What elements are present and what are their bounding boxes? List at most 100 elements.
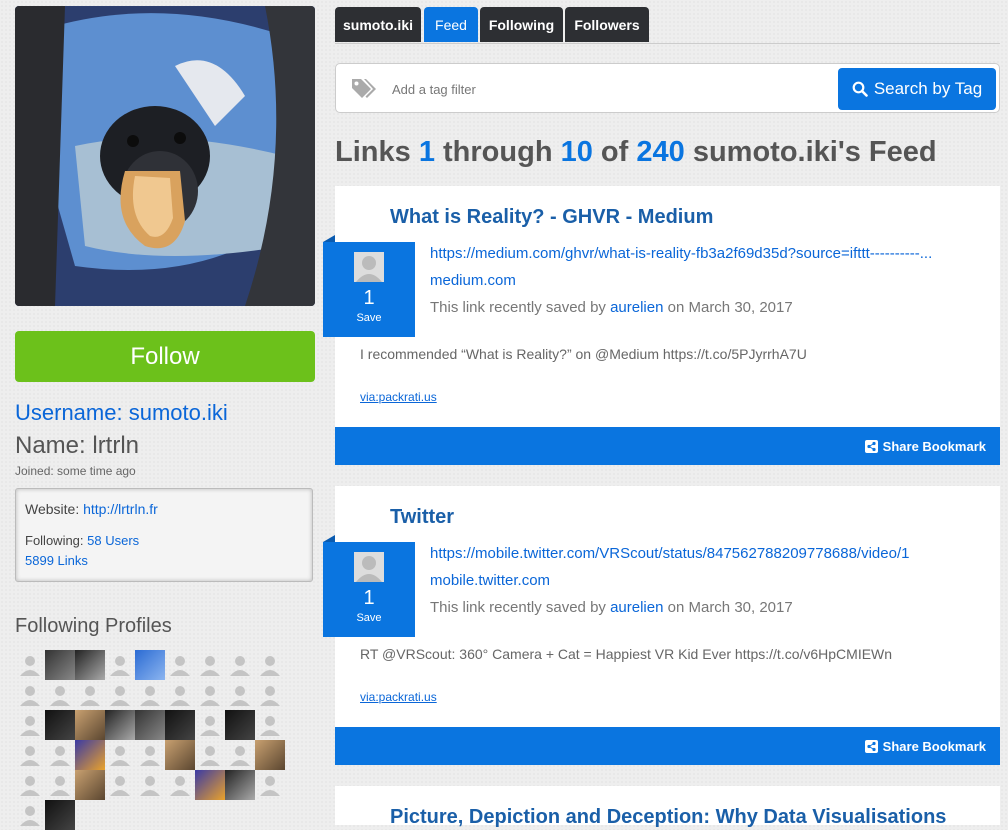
following-profile-placeholder-icon[interactable] [255, 770, 285, 800]
following-profile-placeholder-icon[interactable] [135, 680, 165, 710]
profile-avatar [15, 6, 315, 306]
save-count: 1 [363, 287, 375, 309]
following-profile-avatar[interactable] [105, 710, 135, 740]
saver-avatar [354, 252, 384, 282]
following-profile-placeholder-icon[interactable] [105, 650, 135, 680]
following-profile-placeholder-icon[interactable] [105, 740, 135, 770]
search-by-tag-button[interactable]: Search by Tag [838, 68, 996, 110]
following-profile-placeholder-icon[interactable] [195, 650, 225, 680]
feed-range-start: 1 [418, 136, 435, 168]
feed-total-count: 240 [636, 136, 685, 168]
saver-avatar [354, 552, 384, 582]
bookmark-title[interactable]: What is Reality? - GHVR - Medium [390, 206, 713, 229]
following-profile-avatar[interactable] [135, 650, 165, 680]
following-profile-placeholder-icon[interactable] [105, 770, 135, 800]
following-profile-avatar[interactable] [45, 650, 75, 680]
joined-date: Joined: some time ago [15, 464, 136, 478]
bookmark-url[interactable]: https://mobile.twitter.com/VRScout/statu… [430, 545, 909, 562]
via-link[interactable]: via:packrati.us [360, 390, 437, 404]
following-profile-placeholder-icon[interactable] [165, 650, 195, 680]
following-profile-placeholder-icon[interactable] [255, 650, 285, 680]
feed-title-suffix: sumoto.iki's Feed [692, 136, 937, 168]
saved-date: on March 30, 2017 [667, 599, 793, 616]
following-profile-placeholder-icon[interactable] [165, 770, 195, 800]
bookmark-description: RT @VRScout: 360° Camera + Cat = Happies… [360, 646, 893, 662]
following-profile-avatar[interactable] [135, 710, 165, 740]
bookmark-title[interactable]: Picture, Depiction and Deception: Why Da… [390, 806, 946, 829]
website-link[interactable]: http://lrtrln.fr [83, 501, 158, 517]
following-profile-avatar[interactable] [255, 740, 285, 770]
tab-followers[interactable]: Followers [565, 7, 649, 42]
share-bookmark-label: Share Bookmark [882, 738, 986, 754]
following-profile-placeholder-icon[interactable] [255, 710, 285, 740]
following-profile-avatar[interactable] [75, 740, 105, 770]
following-profile-placeholder-icon[interactable] [135, 740, 165, 770]
following-profile-avatar[interactable] [75, 770, 105, 800]
following-profile-avatar[interactable] [165, 740, 195, 770]
bookmark-url[interactable]: https://medium.com/ghvr/what-is-reality-… [430, 245, 932, 262]
bookmark-description: I recommended “What is Reality?” on @Med… [360, 346, 807, 362]
save-button[interactable]: 1 Save [323, 235, 415, 337]
following-profile-placeholder-icon[interactable] [195, 710, 225, 740]
links-row: 5899 Links [25, 553, 303, 568]
following-profile-placeholder-icon[interactable] [15, 800, 45, 830]
following-row: Following: 58 Users [25, 533, 303, 548]
following-label: Following: [25, 533, 84, 548]
share-bookmark-button[interactable]: Share Bookmark [335, 727, 1000, 765]
following-profile-avatar[interactable] [45, 710, 75, 740]
following-profile-placeholder-icon[interactable] [15, 740, 45, 770]
saved-date: on March 30, 2017 [667, 299, 793, 316]
following-profile-placeholder-icon[interactable] [225, 740, 255, 770]
real-name: Name: lrtrln [15, 432, 140, 459]
links-count-link[interactable]: 5899 Links [25, 553, 88, 568]
saved-user-link[interactable]: aurelien [610, 599, 663, 616]
share-icon [864, 439, 878, 453]
username: Username: sumoto.iki [15, 400, 228, 425]
following-profile-placeholder-icon[interactable] [15, 680, 45, 710]
search-icon [852, 81, 868, 97]
following-profile-avatar[interactable] [225, 770, 255, 800]
duck-avatar-image [15, 6, 315, 306]
following-profile-placeholder-icon[interactable] [255, 680, 285, 710]
following-profile-placeholder-icon[interactable] [195, 740, 225, 770]
following-profile-placeholder-icon[interactable] [195, 680, 225, 710]
tab-profile[interactable]: sumoto.iki [335, 7, 421, 42]
following-profile-placeholder-icon[interactable] [45, 740, 75, 770]
following-profile-avatar[interactable] [75, 650, 105, 680]
website-label: Website: [25, 501, 80, 517]
via-link[interactable]: via:packrati.us [360, 690, 437, 704]
bookmark-title[interactable]: Twitter [390, 506, 454, 529]
following-users-link[interactable]: 58 Users [87, 533, 139, 548]
share-bookmark-button[interactable]: Share Bookmark [335, 427, 1000, 465]
following-profiles-title: Following Profiles [15, 615, 172, 637]
following-profile-placeholder-icon[interactable] [15, 710, 45, 740]
following-profile-avatar[interactable] [75, 710, 105, 740]
bookmark-domain[interactable]: mobile.twitter.com [430, 572, 550, 589]
following-profile-placeholder-icon[interactable] [15, 650, 45, 680]
feed-title: Links 1 through 10 of 240 sumoto.iki's F… [335, 136, 937, 169]
tag-filter-input[interactable] [390, 76, 814, 102]
following-profile-placeholder-icon[interactable] [105, 680, 135, 710]
feed-range-end: 10 [560, 136, 593, 168]
following-profile-placeholder-icon[interactable] [135, 770, 165, 800]
following-profile-placeholder-icon[interactable] [165, 680, 195, 710]
feed-title-prefix: Links [335, 136, 411, 168]
follow-button[interactable]: Follow [15, 331, 315, 382]
following-profile-avatar[interactable] [45, 800, 75, 830]
search-button-label: Search by Tag [873, 79, 983, 98]
following-profile-placeholder-icon[interactable] [75, 680, 105, 710]
following-profile-avatar[interactable] [195, 770, 225, 800]
following-profile-placeholder-icon[interactable] [15, 770, 45, 800]
tab-feed[interactable]: Feed [424, 7, 478, 42]
save-button[interactable]: 1 Save [323, 535, 415, 637]
following-profile-placeholder-icon[interactable] [225, 650, 255, 680]
feed-title-of: of [600, 136, 629, 168]
following-profile-avatar[interactable] [165, 710, 195, 740]
following-profile-avatar[interactable] [225, 710, 255, 740]
tab-following[interactable]: Following [480, 7, 563, 42]
bookmark-domain[interactable]: medium.com [430, 272, 516, 289]
following-profile-placeholder-icon[interactable] [45, 680, 75, 710]
saved-user-link[interactable]: aurelien [610, 299, 663, 316]
following-profile-placeholder-icon[interactable] [45, 770, 75, 800]
following-profile-placeholder-icon[interactable] [225, 680, 255, 710]
